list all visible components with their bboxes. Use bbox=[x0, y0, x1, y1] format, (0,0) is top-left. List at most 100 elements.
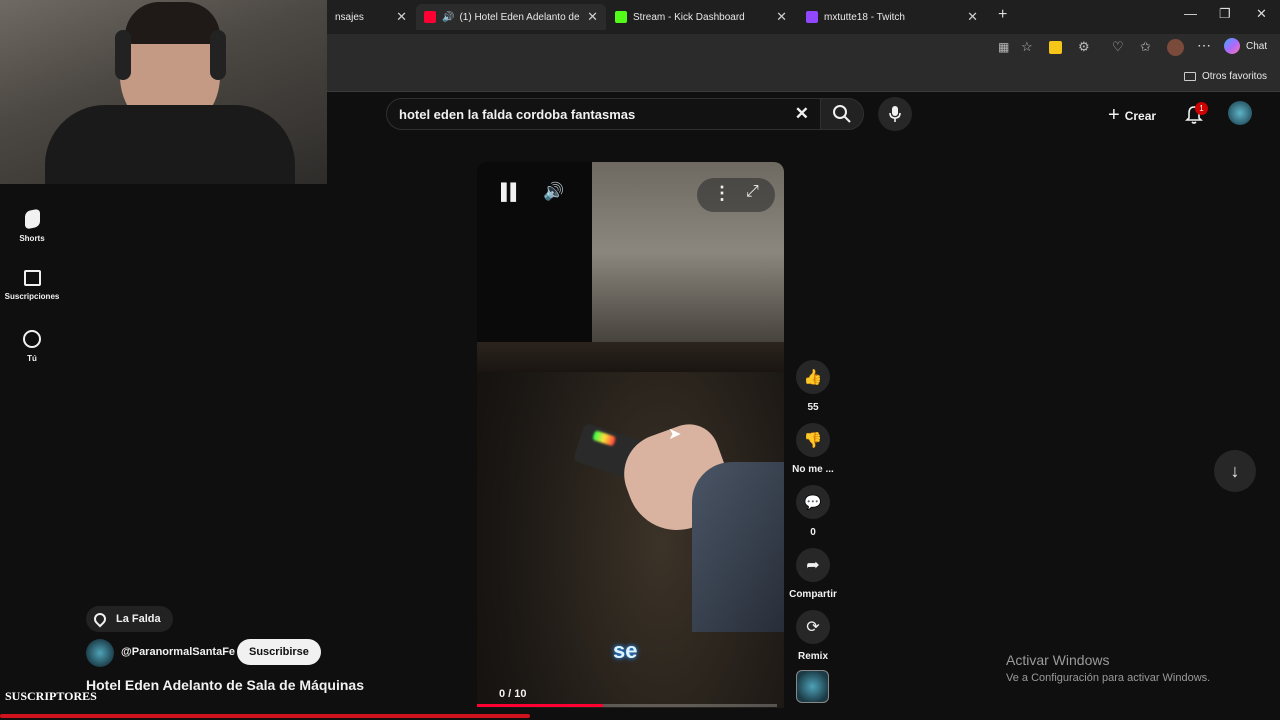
folder-label: Otros favoritos bbox=[1202, 71, 1268, 82]
account-avatar[interactable] bbox=[1228, 101, 1252, 125]
short-title[interactable]: Hotel Eden Adelanto de Sala de Máquinas bbox=[86, 677, 364, 693]
comments-button[interactable]: 💬 bbox=[796, 485, 830, 519]
audio-track-thumbnail[interactable] bbox=[796, 670, 829, 703]
youtube-favicon-icon bbox=[424, 11, 436, 23]
comment-count: 0 bbox=[810, 527, 816, 538]
profile-avatar[interactable] bbox=[1167, 39, 1184, 56]
search-button[interactable] bbox=[820, 98, 864, 130]
dislike-button[interactable]: 👎 bbox=[796, 423, 830, 457]
close-icon[interactable]: ✕ bbox=[587, 9, 598, 25]
tab-title: nsajes bbox=[335, 11, 364, 23]
tab-messages[interactable]: nsajes ✕ bbox=[327, 4, 415, 30]
notifications-button[interactable]: 1 bbox=[1184, 102, 1208, 126]
tab-twitch[interactable]: mxtutte18 - Twitch ✕ bbox=[798, 4, 986, 30]
folder-icon bbox=[1184, 72, 1196, 81]
fullscreen-icon[interactable]: ⤢ bbox=[746, 183, 759, 201]
create-label: Crear bbox=[1124, 108, 1157, 123]
channel-name[interactable]: @ParanormalSantaFe bbox=[121, 646, 235, 658]
close-icon[interactable]: ✕ bbox=[967, 9, 978, 25]
windows-activation-subtitle: Ve a Configuración para activar Windows. bbox=[1006, 672, 1211, 684]
clear-search-icon[interactable]: ✕ bbox=[795, 104, 809, 124]
sidebar-item-you[interactable]: Tú bbox=[4, 330, 60, 363]
pause-icon[interactable]: ▌▌ bbox=[501, 184, 522, 202]
subscribe-button[interactable]: Suscribirse bbox=[237, 639, 321, 665]
window-close-icon[interactable]: ✕ bbox=[1256, 6, 1267, 22]
webcam-hair bbox=[125, 2, 220, 44]
plus-icon: + bbox=[1108, 104, 1120, 126]
tab-youtube[interactable]: 🔊 (1) Hotel Eden Adelanto de Sa ✕ bbox=[416, 4, 606, 30]
copilot-label: Chat bbox=[1246, 40, 1268, 52]
copilot-button[interactable]: Chat bbox=[1224, 38, 1267, 54]
volume-icon[interactable]: 🔊 bbox=[543, 182, 564, 202]
player-controls-pill bbox=[697, 178, 775, 212]
remix-label: Remix bbox=[797, 651, 828, 662]
search-input[interactable]: hotel eden la falda cordoba fantasmas ✕ bbox=[386, 98, 822, 130]
kick-favicon-icon bbox=[615, 11, 627, 23]
subscriptions-icon bbox=[23, 270, 41, 286]
thumbs-down-icon: 👎 bbox=[803, 432, 823, 449]
favorites-list-icon[interactable]: ✩ bbox=[1140, 39, 1151, 55]
sidebar-item-label: Suscripciones bbox=[4, 292, 60, 301]
dislike-label: No me ... bbox=[792, 464, 834, 475]
video-floor-edge bbox=[477, 342, 784, 372]
channel-avatar[interactable] bbox=[86, 639, 114, 667]
location-label: La Falda bbox=[116, 613, 161, 625]
location-chip[interactable]: La Falda bbox=[86, 606, 173, 632]
video-caption: se bbox=[613, 638, 638, 663]
comment-icon: 💬 bbox=[804, 493, 822, 510]
restore-icon[interactable]: ❐ bbox=[1219, 6, 1231, 22]
emf-lights bbox=[592, 430, 617, 447]
shorts-icon bbox=[24, 208, 40, 230]
app-available-icon[interactable]: ▦ bbox=[998, 40, 1009, 54]
notification-badge: 1 bbox=[1195, 102, 1208, 115]
next-short-button[interactable]: ↓ bbox=[1214, 450, 1256, 492]
twitch-favicon-icon bbox=[806, 11, 818, 23]
share-label: Compartir bbox=[789, 589, 837, 600]
browser-essentials-icon[interactable]: ♡ bbox=[1112, 39, 1124, 55]
voice-search-button[interactable] bbox=[878, 97, 912, 131]
windows-activation-title: Activar Windows bbox=[1006, 652, 1110, 668]
stream-goal-bar bbox=[0, 714, 530, 718]
minimize-icon[interactable]: — bbox=[1184, 6, 1197, 21]
search-query: hotel eden la falda cordoba fantasmas bbox=[399, 106, 636, 122]
share-button[interactable]: ➦ bbox=[796, 548, 830, 582]
thumbs-up-icon: 👍 bbox=[803, 369, 823, 386]
headphone-right bbox=[210, 30, 226, 80]
other-favorites-folder[interactable]: Otros favoritos bbox=[1184, 71, 1267, 82]
arrow-down-icon: ↓ bbox=[1230, 460, 1240, 481]
stream-subscribers-label: SUSCRIPTORES bbox=[5, 689, 97, 703]
extensions-puzzle-icon[interactable]: ⚙ bbox=[1078, 39, 1090, 55]
progress-track[interactable] bbox=[477, 704, 777, 707]
extension-icon[interactable] bbox=[1049, 41, 1062, 54]
location-pin-icon bbox=[91, 610, 109, 628]
tab-kick[interactable]: Stream - Kick Dashboard ✕ bbox=[607, 4, 795, 30]
copilot-icon bbox=[1224, 38, 1240, 54]
remix-button[interactable]: ⟳ bbox=[796, 610, 830, 644]
shorts-video-player[interactable]: ▌▌ 🔊 ⋮ ⤢ se 0 / 10 bbox=[477, 162, 784, 708]
remix-icon: ⟳ bbox=[806, 619, 820, 636]
you-icon bbox=[23, 330, 41, 348]
webcam-overlay bbox=[0, 0, 327, 184]
tab-title: (1) Hotel Eden Adelanto de Sa bbox=[459, 11, 582, 23]
webcam-hoodie bbox=[45, 105, 295, 184]
sidebar-item-shorts[interactable]: Shorts bbox=[4, 208, 60, 243]
progress-fill bbox=[477, 704, 603, 707]
video-dark-doorway bbox=[477, 162, 592, 362]
speaker-icon: 🔊 bbox=[442, 11, 455, 23]
favorite-star-icon[interactable]: ☆ bbox=[1021, 39, 1033, 55]
tab-title: mxtutte18 - Twitch bbox=[824, 11, 905, 23]
sidebar-item-label: Tú bbox=[27, 354, 37, 363]
close-icon[interactable]: ✕ bbox=[776, 9, 787, 25]
sidebar-item-subscriptions[interactable]: Suscripciones bbox=[4, 270, 60, 301]
headphone-left bbox=[115, 30, 131, 80]
new-tab-icon[interactable]: + bbox=[998, 6, 1007, 24]
share-arrow-icon: ➦ bbox=[806, 557, 820, 574]
create-button[interactable]: + Crear bbox=[1108, 104, 1156, 127]
like-button[interactable]: 👍 bbox=[796, 360, 830, 394]
close-icon[interactable]: ✕ bbox=[396, 9, 407, 25]
mouse-cursor-icon: ➤ bbox=[668, 426, 682, 443]
more-options-icon[interactable]: ⋮ bbox=[713, 183, 731, 204]
video-sleeve bbox=[692, 462, 784, 632]
more-menu-icon[interactable]: ⋯ bbox=[1197, 37, 1211, 54]
shorts-counter: 0 / 10 bbox=[499, 688, 527, 700]
